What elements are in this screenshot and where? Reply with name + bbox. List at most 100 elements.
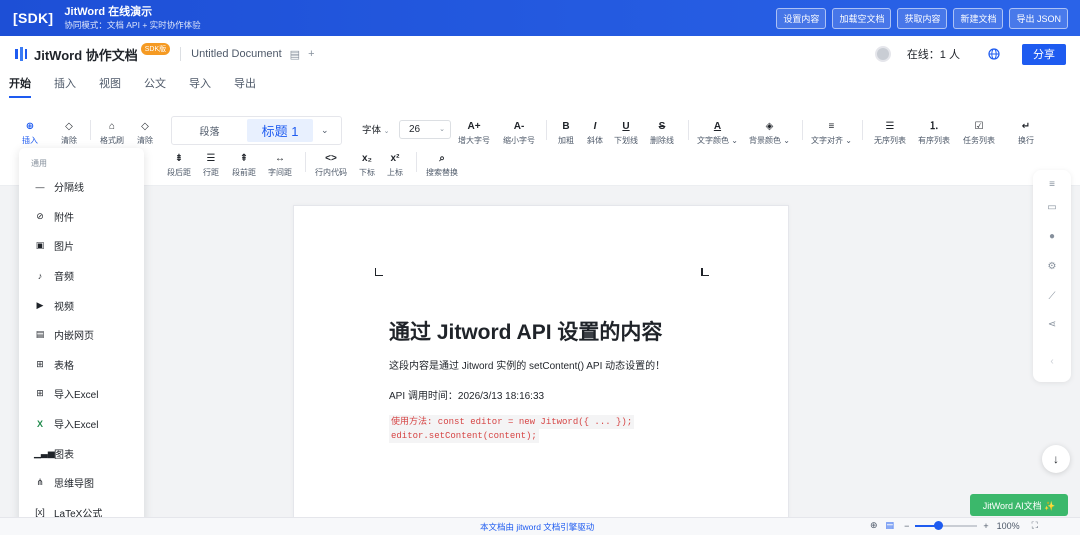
panel-item-webpage[interactable]: ▤ 内嵌网页 (19, 320, 144, 350)
comment-icon[interactable]: ▭ (1033, 202, 1071, 213)
share-button[interactable]: 分享 (1022, 43, 1066, 65)
subscript-label: 下标 (359, 168, 375, 177)
tab-official-doc[interactable]: 公文 (144, 72, 166, 98)
document-heading[interactable]: 通过 Jitword API 设置的内容 (389, 316, 662, 346)
text-align-button[interactable]: ≡ 文字对齐 ⌄ (811, 120, 852, 146)
globe-icon[interactable] (988, 48, 1000, 60)
new-doc-button[interactable]: 新建文档 (953, 7, 1004, 29)
panel-item-label: 分隔线 (54, 183, 84, 195)
increase-font-button[interactable]: A+ 增大字号 (458, 120, 490, 146)
line-height-button[interactable]: ☰ 行距 (203, 152, 219, 178)
fullscreen-icon[interactable]: ⛶ (1032, 520, 1038, 531)
tab-insert[interactable]: 插入 (54, 72, 76, 98)
ai-doc-button[interactable]: JitWord AI文档 ✨ (970, 494, 1068, 516)
decrease-font-button[interactable]: A- 缩小字号 (503, 120, 535, 146)
background-color-label: 背景颜色 ⌄ (749, 136, 790, 145)
strikethrough-button[interactable]: S 删除线 (650, 120, 674, 146)
line-height-label: 行距 (203, 168, 219, 177)
history-icon[interactable]: ● (1033, 231, 1071, 242)
space-after-button[interactable]: ⇟ 段后距 (167, 152, 191, 178)
menu-icon[interactable]: ≡ (1033, 179, 1071, 190)
outline-icon[interactable]: ▤ (290, 48, 300, 61)
export-json-button[interactable]: 导出 JSON (1009, 7, 1068, 29)
share-icon[interactable]: ⋖ (1033, 319, 1071, 330)
page-view-icon[interactable]: ▤ (886, 520, 895, 531)
panel-item-label: 图片 (54, 242, 74, 254)
search-replace-button[interactable]: ⌕ 搜索替换 (426, 152, 458, 178)
ordered-list-button[interactable]: ⒈ 有序列表 (918, 120, 950, 146)
clear-button[interactable]: ◇ 清除 (137, 120, 153, 146)
document-paragraph[interactable]: API 调用时间：2026/3/13 18:16:33 (389, 387, 544, 402)
search-icon: ⌕ (439, 153, 445, 164)
document-title[interactable]: Untitled Document (191, 48, 282, 60)
zoom-out-icon[interactable]: − (904, 521, 909, 531)
style-heading-1[interactable]: 标题 1 (247, 119, 313, 142)
magic-wand-icon[interactable]: ⟋ (1033, 291, 1071, 302)
brush-icon: ⌂ (108, 121, 116, 132)
style-paragraph[interactable]: 段落 (172, 123, 247, 138)
superscript-button[interactable]: x² 上标 (387, 152, 403, 178)
clear-format-button[interactable]: ◇ 清除 (61, 120, 77, 146)
eraser-icon: ◇ (65, 121, 73, 132)
line-break-label: 换行 (1018, 136, 1034, 145)
insert-button[interactable]: ⊕ 插入 (22, 120, 38, 146)
toolbar-divider (862, 120, 863, 140)
header-divider (180, 47, 182, 61)
subscript-button[interactable]: x₂ 下标 (359, 152, 375, 178)
set-content-button[interactable]: 设置内容 (776, 7, 827, 29)
gear-icon[interactable]: ⚙ (1033, 261, 1071, 272)
music-icon: ♪ (37, 270, 43, 281)
font-family-select[interactable]: 字体 ⌄ (362, 122, 390, 136)
task-list-button[interactable]: ☑ 任务列表 (963, 120, 995, 146)
tab-start[interactable]: 开始 (9, 72, 31, 98)
tab-import[interactable]: 导入 (189, 72, 211, 98)
panel-item-excel[interactable]: X 导入Excel (19, 409, 144, 439)
background-color-button[interactable]: ◈ 背景颜色 ⌄ (749, 120, 790, 146)
get-content-button[interactable]: 获取内容 (897, 7, 948, 29)
bullet-list-icon: ☰ (885, 121, 895, 132)
inline-code-button[interactable]: <> 行内代码 (315, 152, 347, 178)
panel-item-paperclip[interactable]: ⊘ 附件 (19, 202, 144, 232)
panel-item-chart[interactable]: ▁▃▅ 图表 (19, 438, 144, 468)
space-before-button[interactable]: ⇞ 段前距 (232, 152, 256, 178)
avatar[interactable] (874, 46, 891, 62)
panel-item-grid[interactable]: ⊞ 导入Excel (19, 379, 144, 409)
panel-item-music[interactable]: ♪ 音频 (19, 261, 144, 291)
underline-button[interactable]: U 下划线 (614, 120, 638, 146)
add-icon[interactable]: + (308, 48, 314, 60)
globe-icon[interactable]: ⊕ (870, 520, 878, 531)
app-header: JitWord 协作文档 SDK版 Untitled Document ▤ + … (0, 36, 1080, 72)
sdk-version-badge: SDK版 (140, 43, 171, 55)
zoom-knob[interactable] (933, 520, 943, 530)
bullet-list-button[interactable]: ☰ 无序列表 (874, 120, 906, 146)
panel-item-mindmap[interactable]: ⋔ 思维导图 (19, 468, 144, 498)
inline-code-block[interactable]: 使用方法: const editor = new Jitword({ ... }… (389, 415, 635, 443)
tab-export[interactable]: 导出 (234, 72, 256, 98)
zoom-in-icon[interactable]: + (983, 521, 988, 531)
decrease-font-label: 缩小字号 (503, 136, 535, 145)
panel-item-image[interactable]: ▣ 图片 (19, 231, 144, 261)
chevron-down-icon[interactable]: ⌄ (321, 125, 329, 136)
panel-item-table[interactable]: ⊞ 表格 (19, 350, 144, 380)
text-color-button[interactable]: A 文字颜色 ⌄ (697, 120, 738, 146)
tab-view[interactable]: 视图 (99, 72, 121, 98)
format-brush-button[interactable]: ⌂ 格式刷 (100, 120, 124, 146)
zoom-slider[interactable] (915, 520, 978, 530)
format-brush-label: 格式刷 (100, 136, 124, 145)
load-empty-doc-button[interactable]: 加载空文档 (832, 7, 892, 29)
panel-item-divider[interactable]: — 分隔线 (19, 172, 144, 202)
bold-button[interactable]: B 加粗 (558, 120, 574, 146)
document-page[interactable]: 通过 Jitword API 设置的内容 这段内容是通过 Jitword 实例的… (293, 205, 789, 535)
paperclip-icon: ⊘ (36, 210, 44, 221)
italic-button[interactable]: I 斜体 (587, 120, 603, 146)
panel-item-video[interactable]: ▶ 视频 (19, 290, 144, 320)
line-break-button[interactable]: ↵ 换行 (1018, 120, 1034, 146)
letter-spacing-button[interactable]: ↔ 字间距 (268, 152, 292, 178)
chevron-left-icon[interactable]: ‹ (1033, 356, 1071, 367)
scroll-down-button[interactable]: ↓ (1042, 445, 1070, 473)
paint-bucket-icon: ◈ (765, 121, 774, 132)
font-size-select[interactable]: 26 ⌄ (399, 120, 451, 139)
document-paragraph[interactable]: 这段内容是通过 Jitword 实例的 setContent() API 动态设… (389, 357, 665, 372)
chevron-down-icon: ⌄ (383, 128, 390, 135)
clear-label: 清除 (61, 136, 77, 145)
